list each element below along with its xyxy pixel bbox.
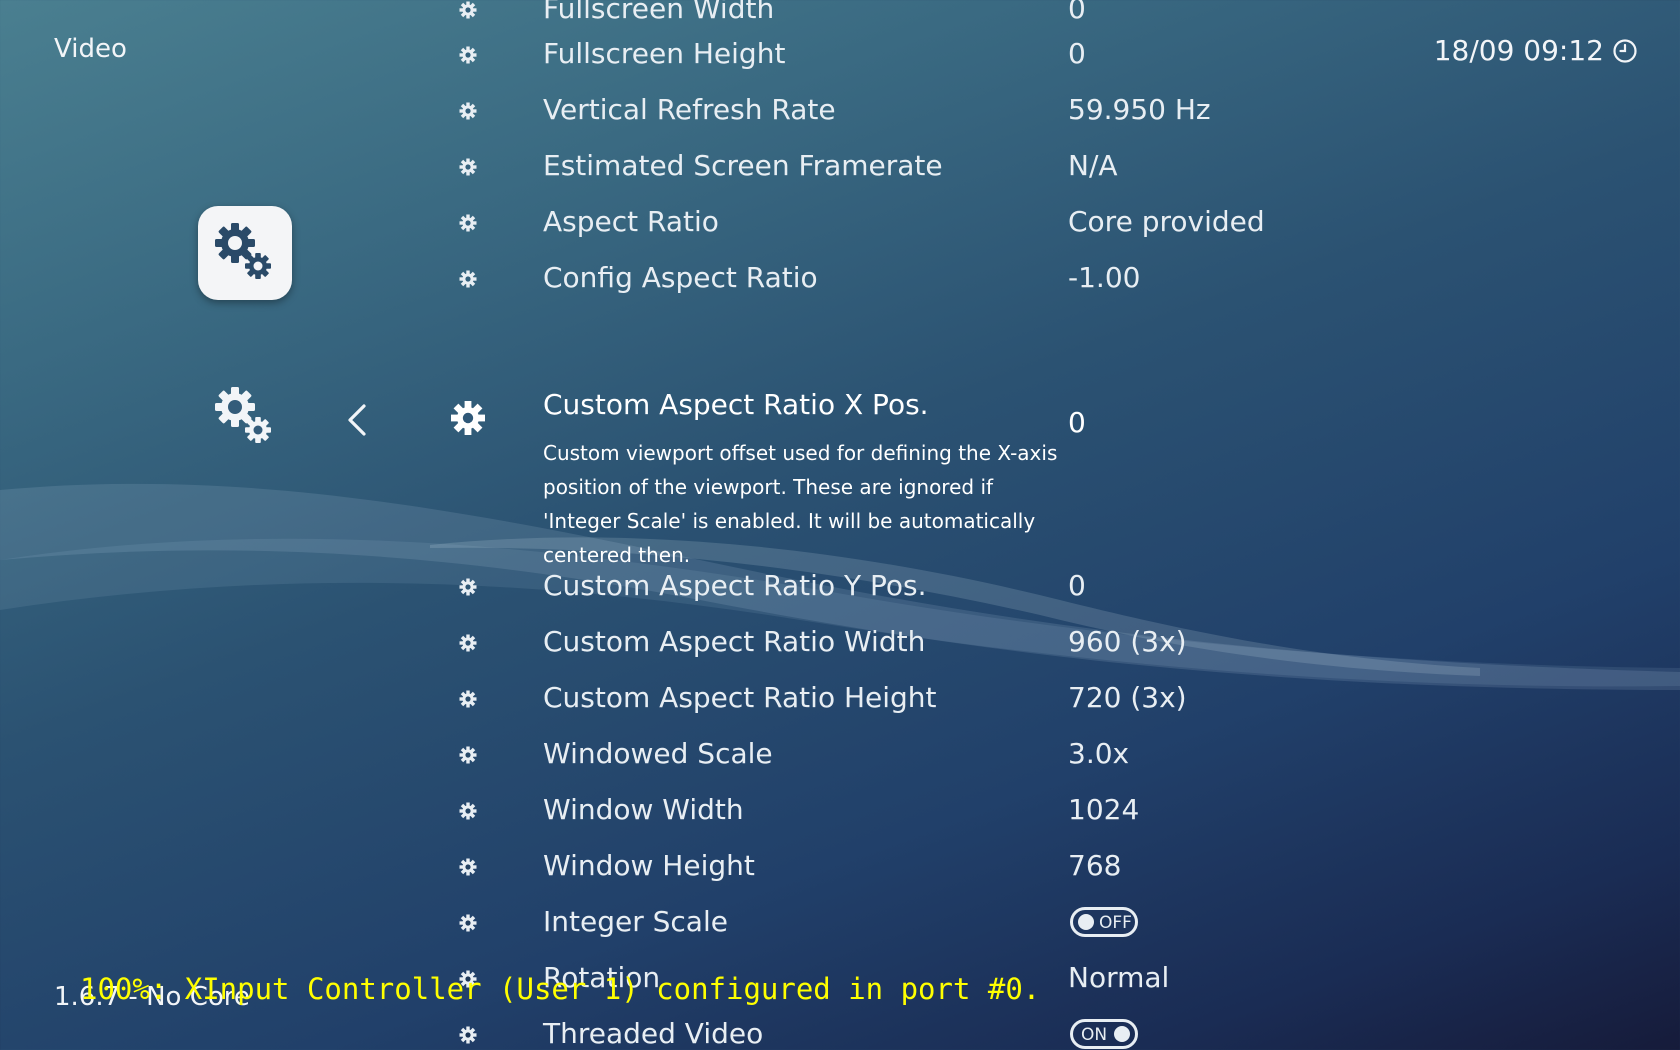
setting-label: Threaded Video [543,1017,764,1050]
setting-value: 0 [1068,37,1086,70]
setting-row-custom-aspect-ratio-x-pos[interactable]: Custom Aspect Ratio X Pos. 0 Custom view… [0,380,1680,567]
setting-label: Integer Scale [543,905,728,938]
setting-value: Core provided [1068,205,1265,238]
setting-row-vertical-refresh-rate[interactable]: Vertical Refresh Rate 59.950 Hz [0,83,1680,139]
setting-value: 59.950 Hz [1068,93,1211,126]
toggle-state: OFF [1099,913,1132,933]
setting-row-fullscreen-height[interactable]: Fullscreen Height 0 [0,27,1680,83]
setting-label: Custom Aspect Ratio Width [543,625,926,658]
gear-icon [459,214,477,232]
setting-label: Windowed Scale [543,737,773,770]
setting-label: Fullscreen Width [543,0,775,25]
settings-list: Fullscreen Width 0 Fullscreen Height 0 V… [0,0,1680,1050]
setting-row-custom-aspect-ratio-width[interactable]: Custom Aspect Ratio Width 960 (3x) [0,615,1680,671]
gear-icon [459,746,477,764]
setting-row-custom-aspect-ratio-y-pos[interactable]: Custom Aspect Ratio Y Pos. 0 [0,559,1680,615]
setting-label: Custom Aspect Ratio X Pos. [543,388,929,421]
gear-icon [459,102,477,120]
setting-value: 0 [1068,0,1086,25]
setting-row-aspect-ratio[interactable]: Aspect Ratio Core provided [0,195,1680,251]
setting-row-window-width[interactable]: Window Width 1024 [0,783,1680,839]
setting-row-threaded-video[interactable]: Threaded Video ON [0,1007,1680,1050]
integer-scale-toggle[interactable]: OFF [1070,907,1138,937]
gear-icon [459,634,477,652]
toggle-state: ON [1081,1025,1108,1045]
setting-label: Window Width [543,793,744,826]
gear-icon [459,1,477,19]
setting-label: Vertical Refresh Rate [543,93,836,126]
notification-message: 100%: XInput Controller (User 1) configu… [80,972,1041,1006]
setting-row-estimated-screen-framerate[interactable]: Estimated Screen Framerate N/A [0,139,1680,195]
setting-label: Custom Aspect Ratio Height [543,681,937,714]
gear-icon [459,46,477,64]
gear-icon [459,158,477,176]
setting-value: 0 [1068,406,1086,439]
gear-icon [459,858,477,876]
gear-icon [459,270,477,288]
setting-value: 720 (3x) [1068,681,1187,714]
setting-label: Fullscreen Height [543,37,786,70]
setting-value: N/A [1068,149,1118,182]
setting-value: 0 [1068,569,1086,602]
setting-row-windowed-scale[interactable]: Windowed Scale 3.0x [0,727,1680,783]
gear-icon [451,401,485,435]
setting-label: Aspect Ratio [543,205,719,238]
setting-label: Window Height [543,849,755,882]
setting-label: Config Aspect Ratio [543,261,818,294]
toggle-knob [1078,914,1094,930]
setting-row-window-height[interactable]: Window Height 768 [0,839,1680,895]
gear-icon [459,578,477,596]
gear-icon [459,802,477,820]
setting-row-integer-scale[interactable]: Integer Scale OFF [0,895,1680,951]
setting-value: 768 [1068,849,1122,882]
gear-icon [459,914,477,932]
gear-icon [459,690,477,708]
setting-description: Custom viewport offset used for defining… [543,441,1058,567]
toggle-knob [1114,1026,1130,1042]
setting-row-config-aspect-ratio[interactable]: Config Aspect Ratio -1.00 [0,251,1680,307]
setting-value: -1.00 [1068,261,1141,294]
threaded-video-toggle[interactable]: ON [1070,1019,1138,1049]
setting-value: Normal [1068,961,1170,994]
gear-icon [459,1026,477,1044]
setting-value: 3.0x [1068,737,1130,770]
setting-value: 1024 [1068,793,1140,826]
setting-label: Estimated Screen Framerate [543,149,943,182]
setting-value: 960 (3x) [1068,625,1187,658]
setting-row-custom-aspect-ratio-height[interactable]: Custom Aspect Ratio Height 720 (3x) [0,671,1680,727]
setting-label: Custom Aspect Ratio Y Pos. [543,569,927,602]
